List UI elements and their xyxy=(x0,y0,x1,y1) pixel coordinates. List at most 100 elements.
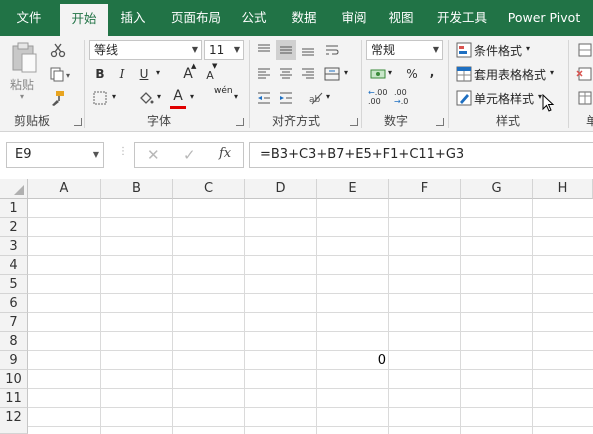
comma-button[interactable]: , xyxy=(422,62,442,82)
format-cells-button[interactable] xyxy=(574,88,593,108)
row-header-11[interactable]: 11 xyxy=(0,389,28,408)
format-cells-icon xyxy=(578,91,592,105)
column-header-a[interactable]: A xyxy=(28,179,101,199)
column-header-g[interactable]: G xyxy=(461,179,533,199)
tab-review[interactable]: 审阅 xyxy=(334,0,374,36)
row-header-7[interactable]: 7 xyxy=(0,313,28,332)
orientation-button[interactable]: ab xyxy=(306,88,326,108)
gridline xyxy=(28,312,593,313)
align-left-button[interactable] xyxy=(254,64,274,84)
tab-developer[interactable]: 开发工具 xyxy=(430,0,494,36)
borders-button[interactable] xyxy=(90,88,110,108)
tab-home[interactable]: 开始 xyxy=(60,4,108,36)
align-middle-button[interactable] xyxy=(276,40,296,60)
italic-button[interactable]: I xyxy=(112,64,132,84)
gridline xyxy=(244,199,245,434)
merge-center-button[interactable] xyxy=(322,64,342,84)
format-as-table-button[interactable]: 套用表格格式 ▾ xyxy=(454,64,564,84)
name-box[interactable]: E9 ▼ xyxy=(6,142,104,168)
chevron-down-icon[interactable]: ▾ xyxy=(234,92,238,101)
svg-text:▾: ▾ xyxy=(66,71,70,80)
chevron-down-icon[interactable]: ▾ xyxy=(344,68,348,77)
phonetic-guide-button[interactable]: wén xyxy=(214,86,233,96)
ribbon-home: 粘贴 ▾ ▾ 剪贴板 等线 ▼ 11 ▼ B I U ▾ A ▲ A ▼ ▾ ▾ A… xyxy=(0,36,593,132)
font-color-button[interactable]: A xyxy=(168,86,188,106)
tab-view[interactable]: 视图 xyxy=(381,0,421,36)
bold-button[interactable]: B xyxy=(90,64,110,84)
alignment-launcher-icon[interactable] xyxy=(350,118,358,126)
column-header-f[interactable]: F xyxy=(389,179,461,199)
conditional-formatting-button[interactable]: 条件格式 ▾ xyxy=(454,40,564,60)
tab-insert[interactable]: 插入 xyxy=(112,0,154,36)
border-icon xyxy=(93,91,107,105)
cut-button[interactable] xyxy=(48,40,68,60)
column-header-c[interactable]: C xyxy=(173,179,245,199)
tab-power-pivot[interactable]: Power Pivot xyxy=(502,0,586,36)
row-header-4[interactable]: 4 xyxy=(0,256,28,275)
align-bottom-button[interactable] xyxy=(298,40,318,60)
row-header-9[interactable]: 9 xyxy=(0,351,28,370)
decrease-indent-button[interactable] xyxy=(254,88,274,108)
cell-e9[interactable]: 0 xyxy=(318,352,386,370)
column-header-e[interactable]: E xyxy=(317,179,389,199)
insert-cells-button[interactable] xyxy=(574,40,593,60)
row-header-6[interactable]: 6 xyxy=(0,294,28,313)
formula-input[interactable]: =B3+C3+B7+E5+F1+C11+G3 xyxy=(249,142,593,168)
copy-icon: ▾ xyxy=(50,67,70,82)
align-top-button[interactable] xyxy=(254,40,274,60)
select-all-button[interactable] xyxy=(0,179,28,199)
row-header-10[interactable]: 10 xyxy=(0,370,28,389)
copy-button[interactable]: ▾ xyxy=(48,64,78,84)
align-center-button[interactable] xyxy=(276,64,296,84)
chevron-down-icon[interactable]: ▾ xyxy=(112,92,116,101)
cancel-icon[interactable]: ✕ xyxy=(147,146,160,164)
underline-button[interactable]: U xyxy=(134,64,154,84)
number-format-value: 常规 xyxy=(371,43,396,57)
formula-bar-grip-icon[interactable]: ⋮ xyxy=(118,146,128,157)
currency-icon xyxy=(370,69,386,79)
font-name-combo[interactable]: 等线 ▼ xyxy=(89,40,202,60)
decrease-decimal-button[interactable]: .00 →.0 xyxy=(394,88,416,110)
font-size-combo[interactable]: 11 ▼ xyxy=(204,40,244,60)
gridline xyxy=(28,236,593,237)
row-header-12[interactable]: 12 xyxy=(0,408,28,434)
row-header-8[interactable]: 8 xyxy=(0,332,28,351)
chevron-down-icon: ▼ xyxy=(233,45,240,54)
increase-decimal-button[interactable]: ←.00.00 xyxy=(368,88,390,110)
number-launcher-icon[interactable] xyxy=(436,118,444,126)
chevron-down-icon[interactable]: ▾ xyxy=(157,92,161,101)
row-header-5[interactable]: 5 xyxy=(0,275,28,294)
delete-cells-button[interactable] xyxy=(574,64,593,84)
paste-button[interactable]: 粘贴 ▾ xyxy=(6,42,42,102)
gridline xyxy=(28,255,593,256)
row-header-1[interactable]: 1 xyxy=(0,199,28,218)
accounting-format-button[interactable] xyxy=(368,64,388,84)
column-header-d[interactable]: D xyxy=(245,179,317,199)
tab-file[interactable]: 文件 xyxy=(6,0,52,36)
font-launcher-icon[interactable] xyxy=(236,118,244,126)
column-header-b[interactable]: B xyxy=(101,179,173,199)
chevron-down-icon: ▼ xyxy=(92,150,99,159)
clipboard-launcher-icon[interactable] xyxy=(74,118,82,126)
worksheet-grid[interactable]: A B C D E F G H 1 2 3 4 5 6 7 8 9 10 11 … xyxy=(0,179,593,434)
fill-color-button[interactable] xyxy=(136,88,156,108)
align-right-button[interactable] xyxy=(298,64,318,84)
chevron-down-icon[interactable]: ▾ xyxy=(388,68,392,77)
column-header-h[interactable]: H xyxy=(533,179,593,199)
number-format-combo[interactable]: 常规 ▼ xyxy=(366,40,443,60)
wrap-text-button[interactable] xyxy=(322,40,342,60)
row-header-2[interactable]: 2 xyxy=(0,218,28,237)
text-orientation-icon: ab xyxy=(309,92,323,105)
format-painter-button[interactable] xyxy=(48,88,68,108)
percent-button[interactable]: % xyxy=(402,64,422,84)
tab-formulas[interactable]: 公式 xyxy=(234,0,274,36)
chevron-down-icon[interactable]: ▾ xyxy=(326,92,330,101)
chevron-down-icon[interactable]: ▾ xyxy=(190,92,194,101)
tab-page-layout[interactable]: 页面布局 xyxy=(162,0,230,36)
chevron-down-icon[interactable]: ▾ xyxy=(156,68,160,77)
row-header-3[interactable]: 3 xyxy=(0,237,28,256)
tab-data[interactable]: 数据 xyxy=(284,0,324,36)
insert-function-button[interactable]: fx xyxy=(219,146,231,161)
enter-check-icon[interactable]: ✓ xyxy=(183,146,196,164)
increase-indent-button[interactable] xyxy=(276,88,296,108)
